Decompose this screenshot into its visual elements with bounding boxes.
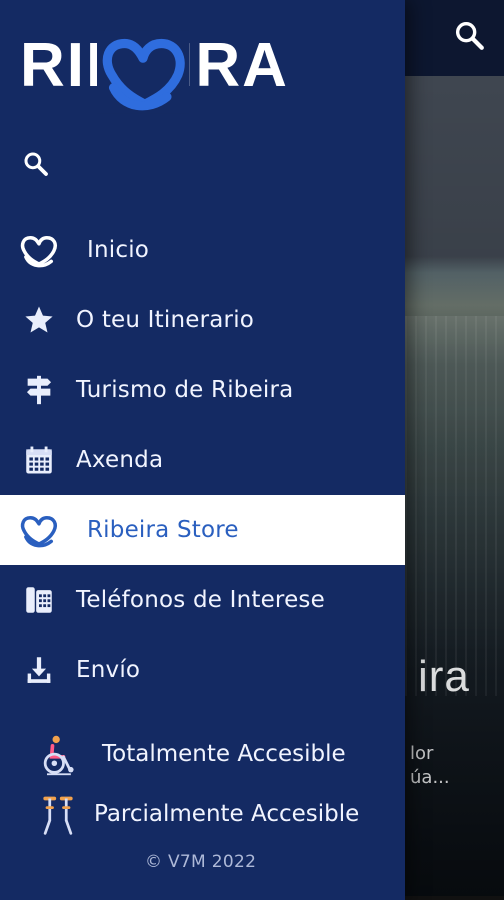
menu-item-inicio[interactable]: Inicio	[0, 215, 405, 285]
menu-item-ribeira-store[interactable]: Ribeira Store	[0, 495, 405, 565]
accessibility-full-row[interactable]: Totalmente Accesible	[0, 725, 405, 785]
menu-item-label: Turismo de Ribeira	[76, 377, 294, 403]
menu-item-axenda[interactable]: Axenda	[0, 425, 405, 495]
copyright-text: © V7M 2022	[145, 852, 257, 872]
accessibility-legend: Totalmente Accesible Parcialmente Accesi…	[0, 725, 405, 845]
wheelchair-icon	[36, 733, 80, 777]
download-icon	[18, 649, 60, 691]
star-icon	[18, 299, 60, 341]
topbar-search-button[interactable]	[452, 18, 486, 52]
phone-icon	[18, 579, 60, 621]
menu-item-turismo[interactable]: Turismo de Ribeira	[0, 355, 405, 425]
menu-item-itinerario[interactable]: O teu Itinerario	[0, 285, 405, 355]
background-subtitle: lor úa...	[410, 742, 450, 790]
menu-item-label: Axenda	[76, 447, 164, 473]
menu-item-label: Teléfonos de Interese	[76, 587, 325, 613]
accessibility-full-label: Totalmente Accesible	[102, 741, 346, 767]
background-subtitle-line-2: úa...	[410, 767, 450, 788]
brand-heart-icon	[97, 30, 189, 114]
menu-item-label: O teu Itinerario	[76, 307, 255, 333]
accessibility-partial-label: Parcialmente Accesible	[94, 801, 360, 827]
brand-logo: RIBEIRA	[20, 26, 340, 116]
navigation-drawer: RIBEIRA Inicio	[0, 0, 405, 900]
menu-item-label: Envío	[76, 657, 141, 683]
heart-icon	[18, 229, 60, 271]
menu-item-label: Ribeira Store	[87, 517, 239, 543]
background-subtitle-line-1: lor	[410, 743, 434, 764]
menu-item-telefonos[interactable]: Teléfonos de Interese	[0, 565, 405, 635]
menu-item-label: Inicio	[87, 237, 150, 263]
heart-icon	[18, 509, 60, 551]
drawer-menu: Inicio O teu Itinerario Turismo de Ribei…	[0, 215, 405, 705]
menu-item-envio[interactable]: Envío	[0, 635, 405, 705]
crutches-icon	[36, 793, 80, 837]
accessibility-partial-row[interactable]: Parcialmente Accesible	[0, 785, 405, 845]
background-title-fragment: ira	[418, 652, 470, 701]
search-icon	[455, 21, 484, 50]
signpost-icon	[18, 369, 60, 411]
calendar-icon	[18, 439, 60, 481]
drawer-search-button[interactable]	[20, 148, 52, 180]
search-icon	[24, 152, 48, 176]
